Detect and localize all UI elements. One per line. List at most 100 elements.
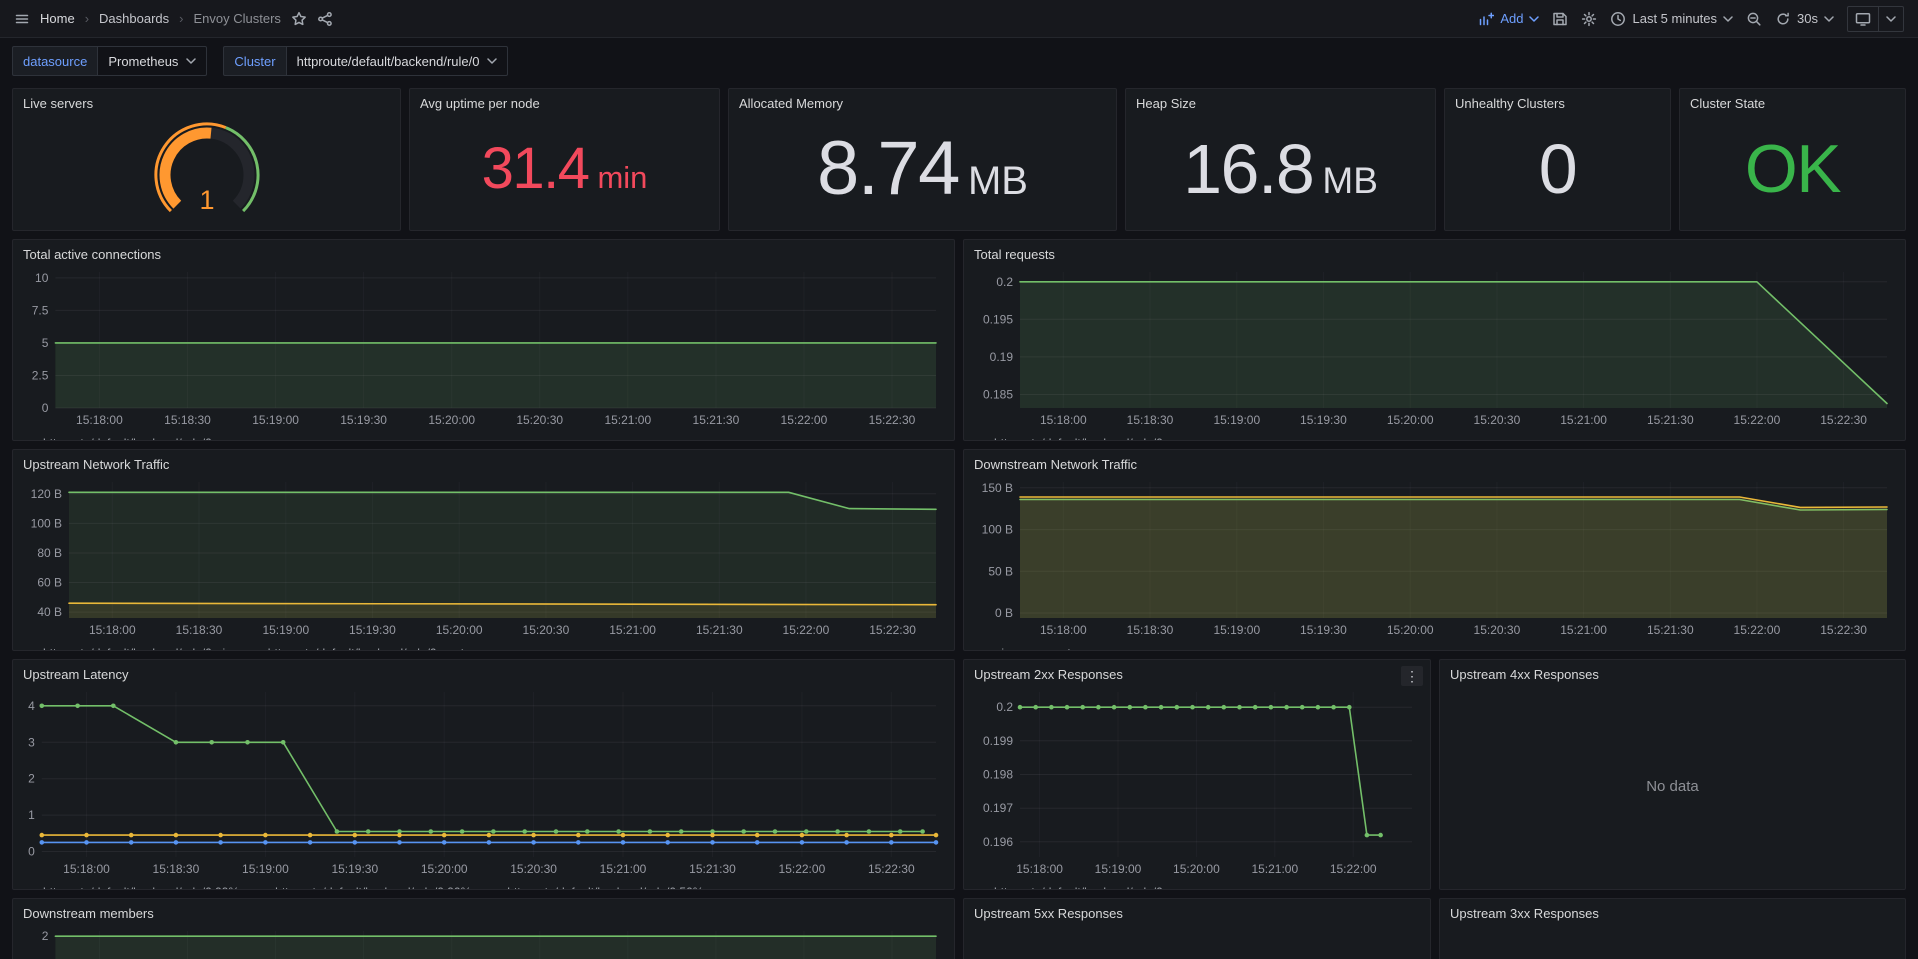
- cluster-variable-dropdown[interactable]: httproute/default/backend/rule/0: [286, 46, 509, 76]
- time-range-picker[interactable]: Last 5 minutes: [1610, 11, 1733, 27]
- legend-label: httproute/default/backend/rule/0 - in: [43, 646, 232, 651]
- panel-header[interactable]: Upstream Network Traffic: [13, 450, 954, 474]
- panel-header[interactable]: Upstream Latency: [13, 660, 954, 684]
- svg-text:0.199: 0.199: [983, 734, 1013, 748]
- svg-text:15:22:30: 15:22:30: [869, 623, 916, 637]
- svg-text:80 B: 80 B: [37, 546, 62, 560]
- time-series-chart[interactable]: 0.1960.1970.1980.1990.215:18:0015:19:001…: [970, 684, 1424, 882]
- legend-item[interactable]: - in: [974, 646, 1011, 651]
- cluster-variable: Cluster httproute/default/backend/rule/0: [223, 46, 508, 76]
- svg-text:15:22:00: 15:22:00: [779, 862, 826, 876]
- svg-text:15:21:30: 15:21:30: [1647, 623, 1694, 637]
- legend-item[interactable]: httproute/default/backend/rule/0 90%: [255, 885, 471, 890]
- menu-icon[interactable]: [14, 11, 30, 27]
- breadcrumb-separator: ›: [85, 11, 89, 26]
- legend-item[interactable]: httproute/default/backend/rule/0 50%: [487, 885, 703, 890]
- svg-text:15:21:00: 15:21:00: [604, 413, 651, 427]
- legend-item[interactable]: httproute/default/backend/rule/0: [23, 436, 212, 441]
- settings-gear-icon[interactable]: [1581, 11, 1597, 27]
- panel-header[interactable]: Total requests: [964, 240, 1905, 264]
- panel-header[interactable]: Upstream 4xx Responses: [1440, 660, 1905, 684]
- panel-header[interactable]: Upstream 5xx Responses: [964, 899, 1430, 923]
- panel-header[interactable]: Upstream 3xx Responses: [1440, 899, 1905, 923]
- legend-item[interactable]: httproute/default/backend/rule/0 - in: [23, 646, 232, 651]
- stat-number: OK: [1745, 135, 1840, 203]
- svg-text:15:20:00: 15:20:00: [436, 623, 483, 637]
- panel-header[interactable]: Upstream 2xx Responses: [964, 660, 1430, 684]
- legend-item[interactable]: httproute/default/backend/rule/0 99%: [23, 885, 239, 890]
- legend-label: httproute/default/backend/rule/0 90%: [275, 885, 471, 890]
- datasource-variable-label: datasource: [12, 46, 97, 76]
- legend-item[interactable]: - out: [1027, 646, 1071, 651]
- refresh-button[interactable]: 30s: [1775, 11, 1834, 27]
- star-icon[interactable]: [291, 11, 307, 27]
- svg-text:15:21:00: 15:21:00: [609, 623, 656, 637]
- panel-header[interactable]: Allocated Memory: [729, 89, 1116, 113]
- tv-kiosk-button[interactable]: [1848, 7, 1878, 31]
- svg-text:15:20:00: 15:20:00: [421, 862, 468, 876]
- time-series-chart[interactable]: 0 B50 B100 B150 B15:18:0015:18:3015:19:0…: [970, 474, 1899, 643]
- panel-title: Upstream Network Traffic: [23, 457, 944, 473]
- breadcrumb-current: Envoy Clusters: [193, 11, 280, 26]
- panel-upstream-latency: Upstream Latency 0123415:18:0015:18:3015…: [12, 659, 955, 890]
- svg-text:15:22:30: 15:22:30: [868, 862, 915, 876]
- svg-text:15:18:00: 15:18:00: [1040, 623, 1087, 637]
- svg-text:15:22:00: 15:22:00: [1734, 623, 1781, 637]
- add-button[interactable]: Add: [1478, 11, 1539, 27]
- datasource-variable-dropdown[interactable]: Prometheus: [97, 46, 207, 76]
- panel-title: Downstream Network Traffic: [974, 457, 1895, 473]
- add-panel-icon: [1478, 11, 1494, 27]
- panel-title: Live servers: [23, 96, 390, 112]
- panel-total-requests: Total requests 0.1850.190.1950.215:18:00…: [963, 239, 1906, 441]
- panel-header[interactable]: Unhealthy Clusters: [1445, 89, 1670, 113]
- panel-title: Downstream members: [23, 906, 944, 922]
- time-range-label: Last 5 minutes: [1632, 11, 1717, 26]
- datasource-variable-value: Prometheus: [108, 54, 178, 69]
- panel-menu-button[interactable]: ⋮: [1401, 666, 1423, 686]
- legend-label: httproute/default/backend/rule/0: [43, 436, 212, 441]
- chart-legend: httproute/default/backend/rule/0 - in htt…: [13, 643, 954, 651]
- svg-text:15:20:30: 15:20:30: [516, 413, 563, 427]
- svg-text:0.195: 0.195: [983, 313, 1013, 327]
- zoom-out-icon[interactable]: [1746, 11, 1762, 27]
- panel-upstream-2xx-responses: Upstream 2xx Responses ⋮ 0.1960.1970.198…: [963, 659, 1431, 890]
- svg-text:15:19:00: 15:19:00: [1213, 413, 1260, 427]
- legend-item[interactable]: httproute/default/backend/rule/0 - out: [248, 646, 464, 651]
- panel-header[interactable]: Heap Size: [1126, 89, 1435, 113]
- panel-header[interactable]: Avg uptime per node: [410, 89, 719, 113]
- svg-text:2.5: 2.5: [32, 369, 49, 383]
- panel-header[interactable]: Downstream members: [13, 899, 954, 923]
- svg-text:120 B: 120 B: [31, 487, 62, 501]
- panel-header[interactable]: Downstream Network Traffic: [964, 450, 1905, 474]
- legend-item[interactable]: httproute/default/backend/rule/0: [974, 436, 1163, 441]
- time-series-chart[interactable]: 00.511.5215:18:0015:18:3015:19:0015:19:3…: [19, 923, 948, 959]
- chart-legend: httproute/default/backend/rule/0 99% http…: [13, 882, 954, 890]
- kiosk-split-button: [1847, 6, 1904, 32]
- svg-text:150 B: 150 B: [982, 481, 1013, 495]
- svg-text:15:20:00: 15:20:00: [428, 413, 475, 427]
- stat-unit: MB: [968, 161, 1028, 201]
- breadcrumb-dashboards[interactable]: Dashboards: [99, 11, 169, 26]
- cluster-variable-value: httproute/default/backend/rule/0: [297, 54, 480, 69]
- chevron-down-icon: [1886, 16, 1896, 22]
- share-icon[interactable]: [317, 11, 333, 27]
- stat-value: OK: [1745, 135, 1840, 203]
- expand-menu-button[interactable]: [1878, 7, 1903, 31]
- breadcrumb-home[interactable]: Home: [40, 11, 75, 26]
- time-series-chart[interactable]: 40 B60 B80 B100 B120 B15:18:0015:18:3015…: [19, 474, 948, 643]
- svg-text:15:20:30: 15:20:30: [510, 862, 557, 876]
- panel-header[interactable]: Cluster State: [1680, 89, 1905, 113]
- panel-upstream-network-traffic: Upstream Network Traffic 40 B60 B80 B100…: [12, 449, 955, 651]
- time-series-chart[interactable]: 0123415:18:0015:18:3015:19:0015:19:3015:…: [19, 684, 948, 882]
- save-dashboard-icon[interactable]: [1552, 11, 1568, 27]
- time-series-chart[interactable]: 0.1850.190.1950.215:18:0015:18:3015:19:0…: [970, 264, 1899, 433]
- svg-text:100 B: 100 B: [31, 517, 62, 531]
- stat-value: 31.4 min: [482, 140, 648, 198]
- panel-header[interactable]: Live servers: [13, 89, 400, 113]
- svg-text:15:18:00: 15:18:00: [1016, 862, 1063, 876]
- time-series-chart[interactable]: 02.557.51015:18:0015:18:3015:19:0015:19:…: [19, 264, 948, 433]
- panel-total-active-connections: Total active connections 02.557.51015:18…: [12, 239, 955, 441]
- legend-item[interactable]: httproute/default/backend/rule/0: [974, 885, 1163, 890]
- panel-header[interactable]: Total active connections: [13, 240, 954, 264]
- svg-text:15:19:30: 15:19:30: [1300, 623, 1347, 637]
